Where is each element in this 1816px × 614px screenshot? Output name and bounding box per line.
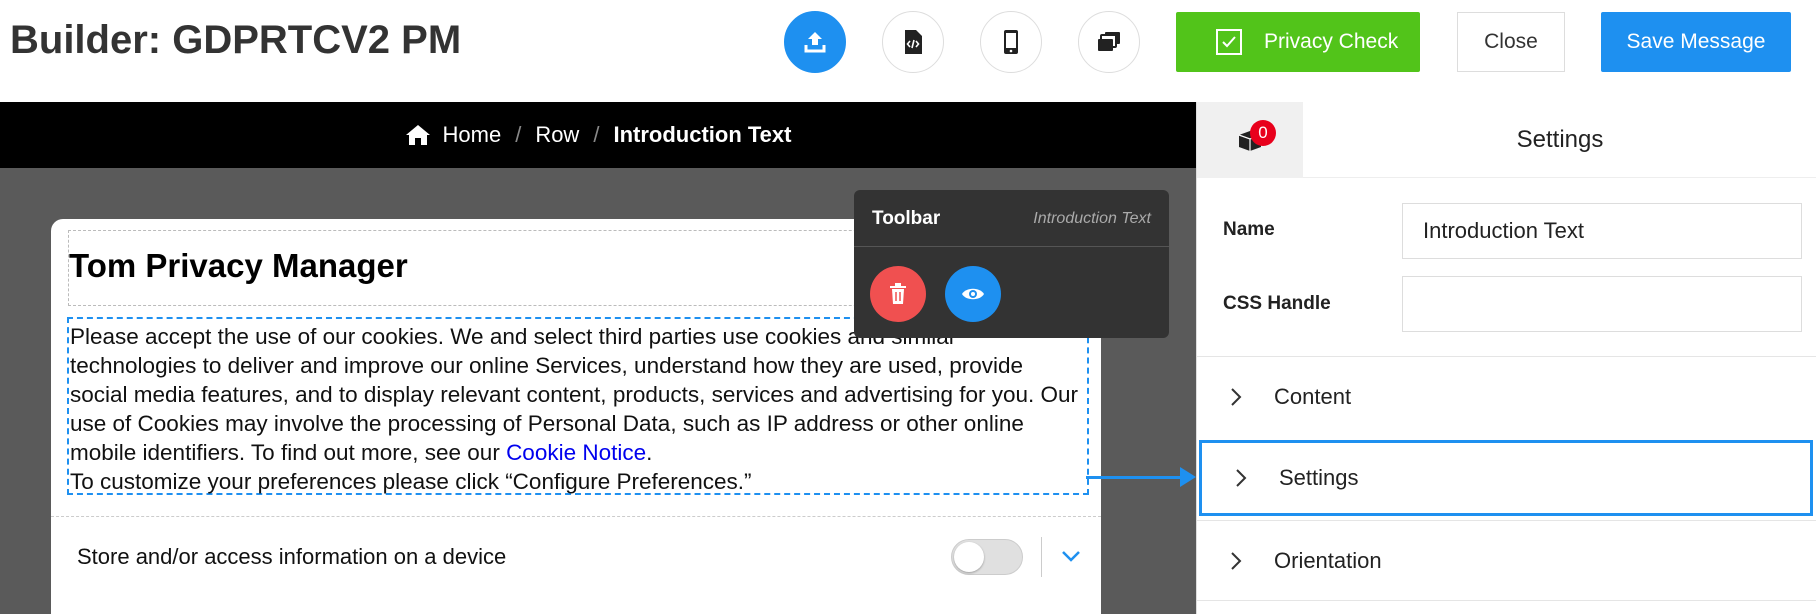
privacy-check-label: Privacy Check — [1264, 30, 1399, 53]
chevron-right-icon — [1236, 469, 1247, 487]
css-handle-label: CSS Handle — [1223, 293, 1331, 314]
divider — [854, 246, 1169, 247]
components-tab[interactable]: 0 — [1197, 102, 1303, 178]
publish-button[interactable] — [784, 11, 846, 73]
upload-icon — [804, 32, 826, 53]
toolbar-context: Introduction Text — [1033, 210, 1151, 227]
chevron-right-icon — [1231, 551, 1242, 570]
code-view-button[interactable] — [882, 11, 944, 73]
arrow-icon — [1180, 467, 1196, 487]
checkbox-icon — [1216, 29, 1242, 55]
cookie-notice-link[interactable]: Cookie Notice — [506, 440, 646, 465]
toolbar-title: Toolbar — [872, 208, 941, 229]
page-title: Builder: GDPRTCV2 PM — [10, 18, 462, 62]
name-input[interactable]: Introduction Text — [1402, 203, 1802, 259]
layers-button[interactable] — [1078, 11, 1140, 73]
purpose-toggle[interactable] — [951, 539, 1023, 575]
mobile-icon — [1004, 30, 1018, 54]
section-settings[interactable]: Settings — [1199, 440, 1813, 516]
settings-panel: 0 Settings Name Introduction Text CSS Ha… — [1196, 102, 1816, 614]
divider — [1197, 600, 1816, 614]
expand-purpose-button[interactable] — [1057, 542, 1085, 570]
save-message-button[interactable]: Save Message — [1601, 12, 1791, 72]
breadcrumb-separator: / — [515, 122, 522, 147]
section-label: Settings — [1279, 465, 1359, 490]
breadcrumb-row[interactable]: Row — [535, 122, 579, 148]
divider — [51, 516, 1101, 517]
privacy-check-button[interactable]: Privacy Check — [1176, 12, 1420, 72]
chevron-right-icon — [1231, 387, 1242, 406]
breadcrumb: Home / Row / Introduction Text — [0, 102, 1196, 168]
delete-button[interactable] — [870, 266, 926, 322]
top-bar: Builder: GDPRTCV2 PM Privacy Check Close… — [0, 0, 1816, 102]
css-handle-input[interactable] — [1402, 276, 1802, 332]
message-title: Tom Privacy Manager — [69, 247, 408, 284]
section-content[interactable]: Content — [1197, 356, 1816, 436]
breadcrumb-home[interactable]: Home — [443, 122, 502, 148]
toggle-knob — [954, 542, 984, 572]
home-icon[interactable] — [405, 124, 431, 146]
code-file-icon — [905, 30, 922, 54]
close-button[interactable]: Close — [1457, 12, 1565, 72]
section-label: Orientation — [1274, 547, 1382, 573]
section-label: Content — [1274, 383, 1352, 409]
panel-title: Settings — [1303, 102, 1816, 178]
purpose-label: Store and/or access information on a dev… — [77, 544, 507, 569]
preview-button[interactable] — [945, 266, 1001, 322]
breadcrumb-separator: / — [593, 122, 600, 147]
intro-text-period: . — [646, 440, 653, 465]
name-label: Name — [1223, 219, 1275, 240]
mobile-preview-button[interactable] — [980, 11, 1042, 73]
chevron-down-icon — [1062, 551, 1080, 562]
section-orientation[interactable]: Orientation — [1197, 520, 1816, 600]
notification-badge: 0 — [1250, 120, 1276, 146]
trash-icon — [890, 283, 906, 304]
introduction-text-block[interactable]: Please accept the use of our cookies. We… — [67, 317, 1089, 495]
layers-icon — [1098, 32, 1120, 51]
divider — [1041, 537, 1042, 577]
intro-text-customize: To customize your preferences please cli… — [70, 469, 752, 494]
element-toolbar: Toolbar Introduction Text — [854, 190, 1169, 338]
connector-line — [1086, 476, 1186, 479]
eye-icon — [962, 288, 984, 300]
breadcrumb-current: Introduction Text — [613, 122, 792, 147]
